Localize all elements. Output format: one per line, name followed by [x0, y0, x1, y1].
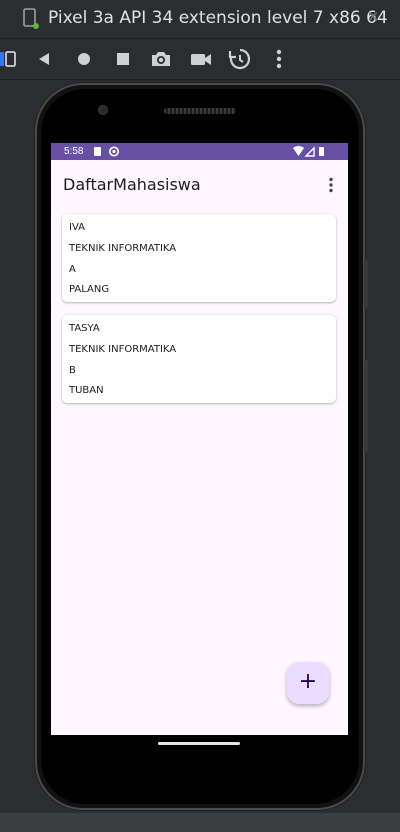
- camera-icon[interactable]: [149, 47, 173, 71]
- student-card[interactable]: TASYA TEKNIK INFORMATIKA B TUBAN: [62, 315, 336, 403]
- student-class: A: [69, 264, 76, 275]
- emulator-toolbar: [0, 39, 400, 80]
- rotate-icon[interactable]: [228, 47, 252, 71]
- gesture-home-handle[interactable]: [158, 742, 240, 745]
- student-card[interactable]: IVA TEKNIK INFORMATIKA A PALANG: [62, 214, 336, 302]
- more-icon[interactable]: [267, 47, 291, 71]
- phone-screen: 5:58 DaftarMahasiswa IVA TEKNIK INFORMAT…: [51, 143, 348, 735]
- student-major: TEKNIK INFORMATIKA: [69, 344, 177, 355]
- window-title: Pixel 3a API 34 extension level 7 x86 64: [48, 8, 388, 28]
- power-button[interactable]: [364, 260, 368, 308]
- navigation-bar: [51, 735, 348, 757]
- close-icon[interactable]: ×: [363, 7, 383, 29]
- front-camera: [98, 105, 108, 115]
- back-icon[interactable]: [32, 47, 56, 71]
- signal-icon: [304, 146, 315, 157]
- add-student-button[interactable]: +: [287, 662, 329, 704]
- wifi-icon: [293, 146, 304, 156]
- student-name: TASYA: [69, 323, 100, 334]
- student-name: IVA: [69, 222, 85, 233]
- bottom-strip: [0, 813, 400, 832]
- status-time: 5:58: [64, 146, 84, 157]
- system-icons: [293, 146, 324, 157]
- app-bar: DaftarMahasiswa: [51, 160, 348, 210]
- layout-toggle-icon[interactable]: [0, 47, 24, 71]
- volume-button[interactable]: [364, 360, 368, 452]
- battery-icon: [319, 147, 324, 156]
- student-city: PALANG: [69, 284, 110, 295]
- student-major: TEKNIK INFORMATIKA: [69, 243, 177, 254]
- earpiece-speaker: [164, 108, 236, 114]
- overflow-menu-icon[interactable]: [322, 176, 340, 194]
- video-icon[interactable]: [189, 47, 213, 71]
- overview-icon[interactable]: [111, 47, 135, 71]
- app-title: DaftarMahasiswa: [63, 175, 201, 194]
- emulator-window: Pixel 3a API 34 extension level 7 x86 64…: [0, 0, 400, 832]
- sd-card-icon: [94, 147, 101, 156]
- title-bar: Pixel 3a API 34 extension level 7 x86 64…: [0, 0, 400, 39]
- notification-icons: [94, 146, 119, 157]
- student-class: B: [69, 365, 76, 376]
- device-icon: [23, 8, 39, 29]
- student-city: TUBAN: [69, 385, 104, 396]
- status-bar: 5:58: [51, 143, 348, 160]
- home-icon[interactable]: [72, 47, 96, 71]
